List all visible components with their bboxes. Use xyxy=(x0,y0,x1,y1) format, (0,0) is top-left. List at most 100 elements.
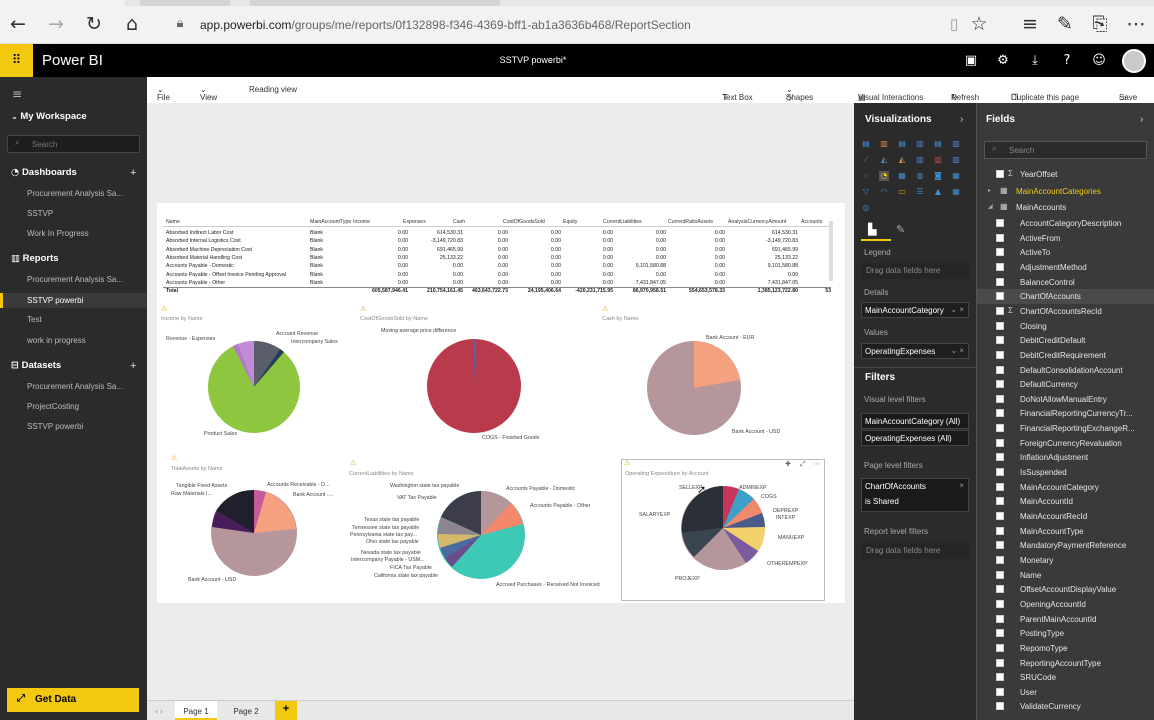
field-item[interactable]: AdjustmentMethod xyxy=(977,260,1154,275)
field-item[interactable]: DebitCreditRequirement xyxy=(977,348,1154,363)
help-icon[interactable]: ? xyxy=(1056,50,1078,72)
stacked-area-icon[interactable]: ◭ xyxy=(897,155,907,165)
notes-icon[interactable]: ✎ xyxy=(1053,12,1077,36)
field-checkbox[interactable] xyxy=(996,321,1004,330)
report-page[interactable]: Name MainAccountType Income Expenses Cash Cos… xyxy=(157,203,845,603)
focus-mode-icon[interactable]: ⤢ xyxy=(800,460,806,469)
field-item[interactable]: OpeningAccountId xyxy=(977,597,1154,612)
column-header[interactable]: Equity xyxy=(563,219,577,225)
share-icon[interactable]: ⎘ xyxy=(1088,12,1112,36)
field-checkbox[interactable] xyxy=(996,233,1004,242)
field-checkbox[interactable] xyxy=(996,380,1004,389)
field-item[interactable]: RepomoType xyxy=(977,641,1154,656)
reading-view-icon[interactable]: ▯ xyxy=(942,12,966,36)
column-header[interactable]: Income xyxy=(353,219,370,225)
table-row[interactable]: Absorbed Material Handling Cost Blank 0.00… xyxy=(163,255,831,263)
100-column-icon[interactable]: ▥ xyxy=(951,139,961,149)
report-filter-drop-zone[interactable]: Drag data fields here xyxy=(861,543,969,559)
address-bar[interactable]: app.powerbi.com/groups/me/reports/0f1328… xyxy=(200,18,691,32)
format-paintroller-icon[interactable]: ✎ xyxy=(896,223,905,236)
nav-dataset-item[interactable]: Procurement Analysis Sa... xyxy=(0,382,147,391)
column-header[interactable]: AnalysisCurrencyAmount xyxy=(728,219,786,225)
treemap-icon[interactable]: ▦ xyxy=(897,171,907,181)
field-checkbox[interactable] xyxy=(996,262,1004,271)
field-item[interactable]: MainAccountType xyxy=(977,524,1154,539)
gauge-icon[interactable]: ◠ xyxy=(879,187,889,197)
line-chart-icon[interactable]: ⟋ xyxy=(861,155,871,165)
area-chart-icon[interactable]: ◭ xyxy=(879,155,889,165)
browser-tab[interactable] xyxy=(140,0,230,6)
remove-filter-icon[interactable]: × xyxy=(959,481,964,490)
pin-visual-icon[interactable]: ✚ xyxy=(785,460,791,468)
field-item[interactable]: ValidateCurrency xyxy=(977,699,1154,714)
pie-slice[interactable] xyxy=(694,341,740,388)
field-checkbox[interactable] xyxy=(996,336,1004,345)
field-item[interactable]: ActiveFrom xyxy=(977,231,1154,246)
field-table-yearoffset[interactable]: Σ YearOffset xyxy=(977,167,1154,182)
my-workspace[interactable]: ⌄ My Workspace xyxy=(11,111,158,122)
field-checkbox[interactable] xyxy=(996,599,1004,608)
slicer-icon[interactable]: ▦ xyxy=(951,187,961,197)
warning-icon[interactable]: ⚠ xyxy=(360,305,366,313)
values-field-well[interactable]: OperatingExpenses ⌄ × xyxy=(861,343,969,359)
field-checkbox[interactable] xyxy=(996,570,1004,579)
stacked-column-icon[interactable]: ▥ xyxy=(879,139,889,149)
nav-dataset-item[interactable]: ProjectCosting xyxy=(0,402,147,411)
pie-totalassets[interactable] xyxy=(210,489,298,577)
settings-gear-icon[interactable]: ⚙ xyxy=(992,50,1014,72)
map-icon[interactable]: ◍ xyxy=(915,171,925,181)
favorite-star-icon[interactable]: ☆ xyxy=(967,12,991,36)
pie-chart-icon[interactable]: ◔ xyxy=(879,171,889,181)
column-header[interactable]: CurrentRatioAssets xyxy=(668,219,713,225)
expand-chevron-icon[interactable]: ▸ xyxy=(988,187,991,194)
hamburger-menu-icon[interactable]: ≡ xyxy=(12,87,159,101)
legend-drop-zone[interactable]: Drag data fields here xyxy=(861,263,969,279)
tab-page-1[interactable]: Page 1 xyxy=(175,701,217,720)
shapes-button[interactable]: ◇ Shapes ⌄ xyxy=(786,85,813,102)
field-checkbox[interactable] xyxy=(996,482,1004,491)
stacked-bar-icon[interactable]: ▤ xyxy=(861,139,871,149)
view-menu[interactable]: View ⌄ xyxy=(200,85,217,102)
field-item[interactable]: MainAccountCategory xyxy=(977,480,1154,495)
visual-filter-item[interactable]: MainAccountCategory (All) xyxy=(861,413,969,429)
field-checkbox[interactable] xyxy=(996,658,1004,667)
column-header[interactable]: Cash xyxy=(453,219,465,225)
field-checkbox[interactable] xyxy=(996,702,1004,711)
field-checkbox[interactable] xyxy=(996,394,1004,403)
table-total-row[interactable]: Total 605,587,946.41 210,754,161.45 463,643… xyxy=(163,287,831,295)
globe-icon[interactable]: ◎ xyxy=(861,203,871,213)
field-table-mainaccountcategories[interactable]: ▸ ▦ MainAccountCategories xyxy=(977,184,1154,199)
card-icon[interactable]: ▭ xyxy=(897,187,907,197)
field-checkbox[interactable] xyxy=(996,614,1004,623)
field-item[interactable]: DoNotAllowManualEntry xyxy=(977,392,1154,407)
field-checkbox[interactable] xyxy=(996,585,1004,594)
field-checkbox[interactable] xyxy=(996,526,1004,535)
kpi-icon[interactable]: ▲ xyxy=(933,187,943,197)
warning-icon[interactable]: ⚠ xyxy=(624,459,630,467)
collapse-visualizations-icon[interactable]: › xyxy=(960,114,963,125)
field-checkbox[interactable] xyxy=(996,453,1004,462)
field-item[interactable]: ActiveTo xyxy=(977,245,1154,260)
field-item[interactable]: IsSuspended xyxy=(977,465,1154,480)
field-checkbox[interactable] xyxy=(996,643,1004,652)
warning-icon[interactable]: ⚠ xyxy=(161,305,167,313)
column-header[interactable]: CostOfGoodsSold xyxy=(503,219,545,225)
field-checkbox[interactable] xyxy=(996,687,1004,696)
pie-cash[interactable] xyxy=(646,340,742,436)
checkbox[interactable] xyxy=(996,170,1004,178)
fields-tab-icon[interactable]: ▙ xyxy=(868,223,876,236)
line-column-icon[interactable]: ▥ xyxy=(915,155,925,165)
tab-page-2[interactable]: Page 2 xyxy=(225,701,267,720)
field-checkbox[interactable] xyxy=(996,512,1004,520)
field-checkbox[interactable] xyxy=(996,438,1004,447)
nav-report-item[interactable]: Procurement Analysis Sa... xyxy=(0,275,147,284)
field-item[interactable]: PostingType xyxy=(977,626,1154,641)
hub-icon[interactable]: ≡ xyxy=(1018,12,1042,36)
field-checkbox[interactable] xyxy=(996,541,1004,550)
more-options-icon[interactable]: ⋯ xyxy=(813,460,820,468)
table-row[interactable]: Absorbed Internal Logistics Cost Blank 0.0… xyxy=(163,238,831,246)
field-item[interactable]: OffsetAccountDisplayValue xyxy=(977,582,1154,597)
field-item[interactable]: User xyxy=(977,685,1154,700)
download-icon[interactable]: ⤓ xyxy=(1024,50,1046,72)
field-item[interactable]: ChartOfAccounts xyxy=(977,289,1154,304)
